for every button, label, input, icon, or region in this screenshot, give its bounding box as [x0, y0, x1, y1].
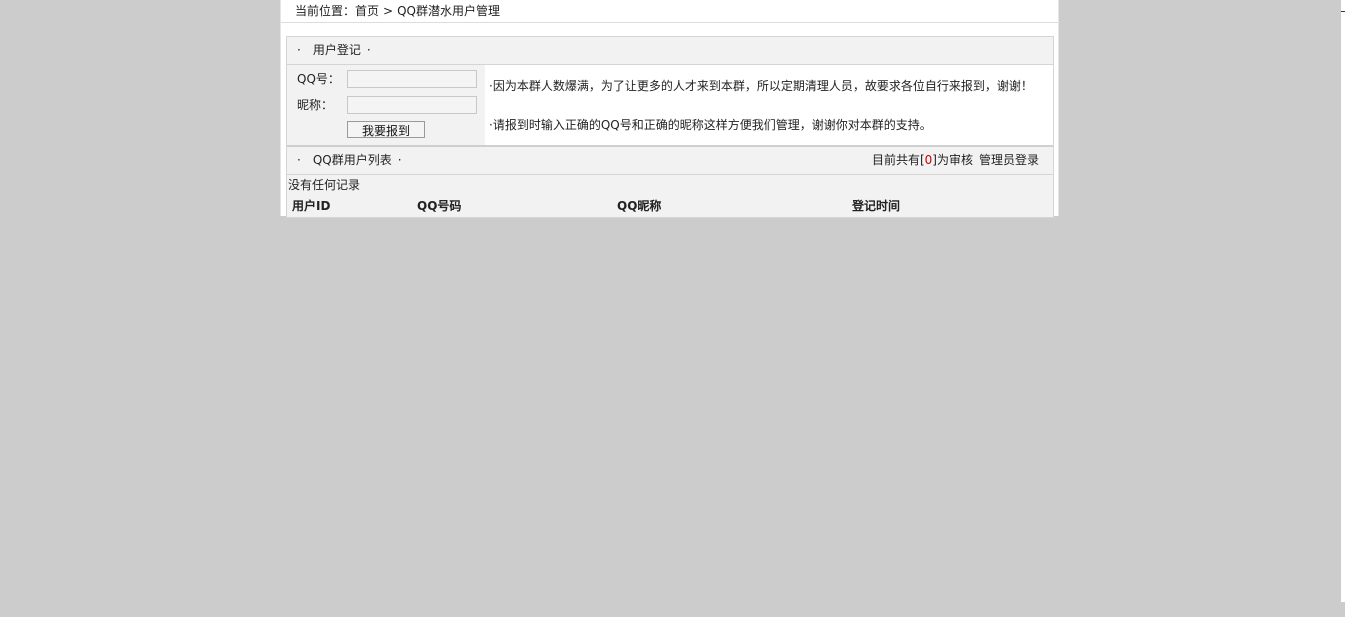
qq-input[interactable] [347, 70, 477, 88]
pending-count-status: 目前共有[0]为审核 管理员登录 [872, 147, 1039, 174]
register-notes: ·因为本群人数爆满，为了让更多的人才来到本群，所以定期清理人员，故要求各位自行来… [485, 65, 1053, 145]
column-header-qq-nickname: QQ昵称 [617, 199, 662, 213]
user-table-header: 用户ID QQ号码 QQ昵称 登记时间 [287, 195, 1053, 215]
list-title-dot-left: · [297, 153, 301, 167]
right-edge-tick [1341, 11, 1345, 12]
pending-count-prefix: 目前共有[ [871, 153, 925, 167]
register-section-header: · 用户登记 · [287, 37, 1053, 65]
list-section-header: · QQ群用户列表 · 目前共有[0]为审核 管理员登录 [287, 147, 1053, 175]
breadcrumb-prefix: 当前位置： [295, 4, 356, 18]
right-edge-strip [1341, 0, 1345, 602]
qq-label: QQ号： [297, 72, 340, 86]
page-container: 当前位置：首页 > QQ群潜水用户管理 · 用户登记 · QQ号： 昵称： 我要报到 ·… [280, 0, 1059, 218]
register-note-2: ·请报到时输入正确的QQ号和正确的昵称这样方便我们管理，谢谢你对本群的支持。 [489, 118, 932, 132]
nickname-input[interactable] [347, 96, 477, 114]
empty-records-message: 没有任何记录 [288, 178, 361, 192]
breadcrumb-home-link[interactable]: 首页 [355, 4, 379, 18]
report-submit-button[interactable]: 我要报到 [347, 121, 425, 138]
register-title-dot-right: · [366, 43, 371, 57]
column-header-user-id: 用户ID [292, 199, 331, 213]
column-header-register-time: 登记时间 [852, 199, 901, 213]
register-form-area: QQ号： 昵称： 我要报到 ·因为本群人数爆满，为了让更多的人才来到本群，所以定… [287, 65, 1053, 147]
breadcrumb-current: QQ群潜水用户管理 [397, 4, 500, 18]
breadcrumb: 当前位置：首页 > QQ群潜水用户管理 [281, 0, 1058, 23]
register-title: 用户登记 [312, 43, 361, 57]
list-title-dot-right: · [397, 153, 402, 167]
register-form: QQ号： 昵称： 我要报到 [287, 65, 484, 145]
nickname-field-row: 昵称： [297, 95, 477, 115]
main-panel: · 用户登记 · QQ号： 昵称： 我要报到 ·因为本群人数爆满，为了让更多的人才来… [286, 36, 1054, 218]
admin-login-link[interactable]: 管理员登录 [979, 153, 1039, 167]
nickname-label: 昵称： [297, 98, 334, 112]
register-title-dot-left: · [297, 43, 301, 57]
qq-field-row: QQ号： [297, 69, 477, 89]
breadcrumb-separator: > [383, 4, 394, 18]
register-note-1: ·因为本群人数爆满，为了让更多的人才来到本群，所以定期清理人员，故要求各位自行来… [489, 79, 1033, 93]
pending-count-suffix: ]为审核 [932, 153, 973, 167]
list-title: QQ群用户列表 [312, 153, 392, 167]
column-header-qq-number: QQ号码 [417, 199, 462, 213]
